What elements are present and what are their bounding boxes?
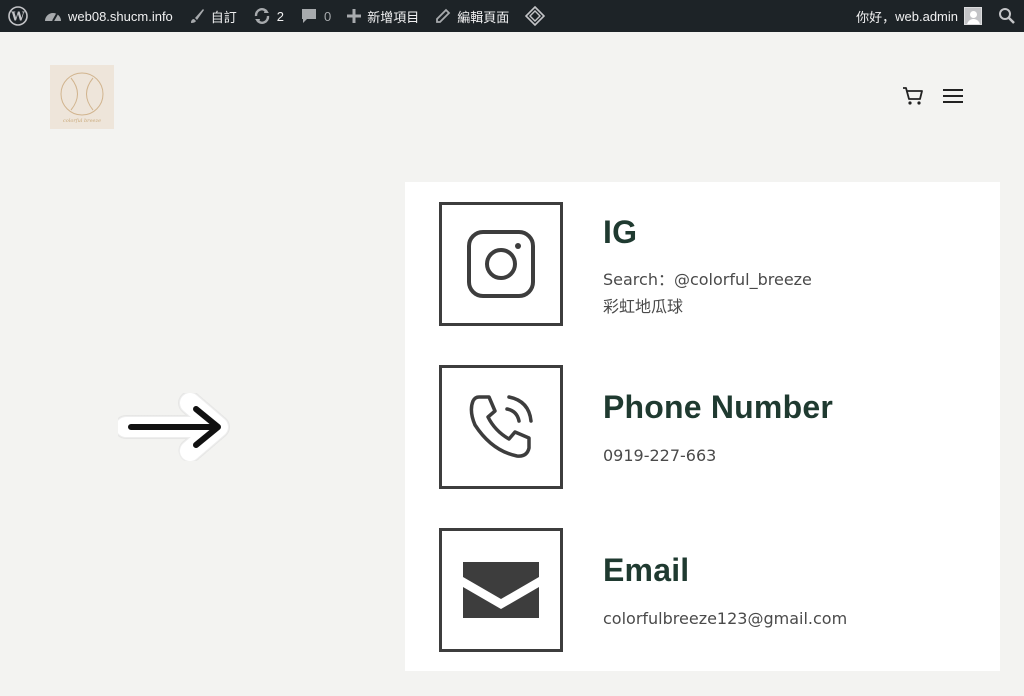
site-name-label: web08.shucm.info: [68, 8, 173, 24]
my-account-link[interactable]: 你好， web.admin: [848, 0, 990, 32]
instagram-icon: [467, 230, 535, 298]
admin-bar: W web08.shucm.info 自訂 2 0 新增項目 編輯頁面 你好， …: [0, 0, 1024, 32]
phone-title: Phone Number: [603, 389, 833, 425]
edit-page-link[interactable]: 編輯頁面: [427, 0, 517, 32]
email-title: Email: [603, 552, 690, 588]
new-item-label: 新增項目: [367, 9, 420, 25]
paintbrush-icon: [189, 8, 205, 24]
logo-text: colorful breeze: [62, 117, 102, 124]
contact-row-ig: IG Search：@colorful_breeze 彩虹地瓜球: [439, 202, 979, 326]
username-label: web.admin: [895, 8, 958, 24]
edit-page-label: 編輯頁面: [457, 9, 510, 25]
ig-search-text: Search：@colorful_breeze: [603, 270, 812, 289]
updates-refresh-icon: [253, 7, 271, 25]
comment-bubble-icon: [300, 7, 318, 25]
email-address-text: colorfulbreeze123@gmail.com: [603, 609, 848, 628]
comments-link[interactable]: 0: [292, 0, 339, 32]
theme-diamond-icon[interactable]: [517, 0, 553, 32]
pencil-icon: [435, 8, 451, 24]
instagram-icon-box[interactable]: [439, 202, 563, 326]
svg-text:W: W: [10, 10, 25, 24]
updates-count: 2: [276, 8, 285, 24]
plus-icon: [347, 9, 362, 23]
hamburger-menu-icon[interactable]: [942, 87, 964, 110]
email-icon-box[interactable]: [439, 528, 563, 652]
site-logo[interactable]: colorful breeze: [50, 65, 114, 129]
cart-icon[interactable]: [902, 86, 924, 111]
phone-icon-box[interactable]: [439, 365, 563, 489]
search-icon[interactable]: [990, 0, 1024, 32]
contact-panel: IG Search：@colorful_breeze 彩虹地瓜球 Phone N…: [405, 182, 1000, 671]
site-name-link[interactable]: web08.shucm.info: [36, 0, 181, 32]
envelope-icon: [463, 562, 539, 618]
customize-label: 自訂: [210, 9, 237, 25]
new-item-link[interactable]: 新增項目: [339, 0, 427, 32]
phone-number-text: 0919-227-663: [603, 446, 717, 465]
ig-account-name: 彩虹地瓜球: [603, 297, 684, 316]
header-actions: [902, 86, 964, 111]
updates-link[interactable]: 2: [245, 0, 292, 32]
dashboard-gauge-icon: [44, 8, 62, 24]
customize-link[interactable]: 自訂: [181, 0, 245, 32]
avatar: [964, 7, 982, 25]
arrow-right-icon: [114, 391, 234, 466]
wordpress-logo-icon[interactable]: W: [0, 0, 36, 32]
greeting-label: 你好，: [856, 9, 896, 25]
logo-circle-mark-icon: [60, 72, 104, 115]
comments-count: 0: [324, 8, 332, 24]
ig-title: IG: [603, 214, 638, 250]
contact-row-phone: Phone Number 0919-227-663: [439, 365, 979, 489]
phone-call-icon: [469, 395, 533, 458]
contact-row-email: Email colorfulbreeze123@gmail.com: [439, 528, 979, 652]
